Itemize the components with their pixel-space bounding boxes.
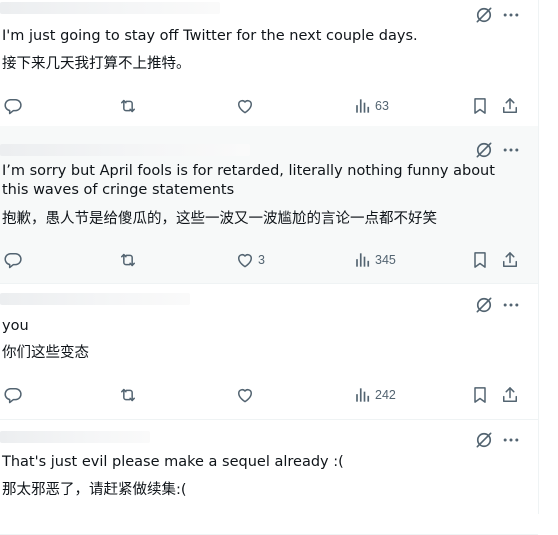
share-button[interactable] bbox=[500, 94, 520, 118]
more-icon[interactable] bbox=[501, 430, 521, 450]
share-icon bbox=[500, 385, 520, 405]
retweet-icon bbox=[118, 385, 138, 405]
tweet-1[interactable]: I'm just going to stay off Twitter for t… bbox=[0, 0, 538, 127]
tweet-text-en: I'm just going to stay off Twitter for t… bbox=[2, 28, 418, 44]
blurred-user-header bbox=[0, 144, 250, 156]
more-icon[interactable] bbox=[501, 140, 521, 160]
reply-icon bbox=[3, 385, 23, 405]
tweet-actions: 63 bbox=[0, 94, 538, 118]
bookmark-button[interactable] bbox=[470, 94, 490, 118]
bookmark-icon bbox=[470, 250, 490, 270]
like-button[interactable]: 3 bbox=[235, 248, 265, 272]
share-icon bbox=[500, 96, 520, 116]
blurred-user-header bbox=[0, 2, 220, 14]
views-icon bbox=[352, 385, 372, 405]
tweet-text-en: That's just evil please make a sequel al… bbox=[2, 454, 344, 470]
reply-button[interactable] bbox=[3, 383, 26, 407]
views-count: 242 bbox=[375, 388, 396, 402]
share-icon bbox=[500, 250, 520, 270]
bookmark-icon bbox=[470, 385, 490, 405]
views-button[interactable]: 63 bbox=[352, 94, 389, 118]
views-icon bbox=[352, 96, 372, 116]
retweet-button[interactable] bbox=[118, 383, 141, 407]
tweet-text-zh: 抱歉，愚人节是给傻瓜的，这些一波又一波尴尬的言论一点都不好笑 bbox=[2, 211, 437, 227]
more-icon[interactable] bbox=[501, 295, 521, 315]
tweet-3[interactable]: you 你们这些变态 242 bbox=[0, 283, 538, 420]
grok-icon[interactable] bbox=[474, 295, 494, 315]
bookmark-icon bbox=[470, 96, 490, 116]
grok-icon[interactable] bbox=[474, 430, 494, 450]
like-button[interactable] bbox=[235, 94, 258, 118]
like-icon bbox=[235, 96, 255, 116]
tweet-actions: 242 bbox=[0, 383, 538, 407]
blurred-user-header bbox=[0, 431, 150, 443]
like-button[interactable] bbox=[235, 383, 258, 407]
like-count: 3 bbox=[258, 253, 265, 267]
tweet-actions: 3 345 bbox=[0, 248, 538, 272]
views-icon bbox=[352, 250, 372, 270]
share-button[interactable] bbox=[500, 383, 520, 407]
reply-button[interactable] bbox=[3, 94, 26, 118]
tweet-text-en: I’m sorry but April fools is for retarde… bbox=[2, 163, 495, 198]
blurred-user-header bbox=[0, 293, 190, 305]
retweet-button[interactable] bbox=[118, 94, 141, 118]
bookmark-button[interactable] bbox=[470, 248, 490, 272]
tweet-text-zh: 那太邪恶了，请赶紧做续集:( bbox=[2, 482, 187, 498]
like-icon bbox=[235, 250, 255, 270]
reply-button[interactable] bbox=[3, 248, 26, 272]
bookmark-button[interactable] bbox=[470, 383, 490, 407]
views-count: 63 bbox=[375, 99, 389, 113]
tweet-2[interactable]: I’m sorry but April fools is for retarde… bbox=[0, 126, 538, 284]
tweet-text-en: you bbox=[2, 318, 29, 334]
tweet-4[interactable]: That's just evil please make a sequel al… bbox=[0, 419, 538, 535]
retweet-icon bbox=[118, 96, 138, 116]
views-button[interactable]: 345 bbox=[352, 248, 396, 272]
grok-icon[interactable] bbox=[474, 5, 494, 25]
page-edge bbox=[538, 0, 558, 514]
views-button[interactable]: 242 bbox=[352, 383, 396, 407]
more-icon[interactable] bbox=[501, 5, 521, 25]
reply-icon bbox=[3, 96, 23, 116]
share-button[interactable] bbox=[500, 248, 520, 272]
retweet-button[interactable] bbox=[118, 248, 141, 272]
reply-icon bbox=[3, 250, 23, 270]
like-icon bbox=[235, 385, 255, 405]
grok-icon[interactable] bbox=[474, 140, 494, 160]
tweet-text-zh: 接下来几天我打算不上推特。 bbox=[2, 56, 191, 72]
timeline-feed: I'm just going to stay off Twitter for t… bbox=[0, 0, 538, 535]
tweet-text-zh: 你们这些变态 bbox=[2, 345, 89, 361]
views-count: 345 bbox=[375, 253, 396, 267]
retweet-icon bbox=[118, 250, 138, 270]
